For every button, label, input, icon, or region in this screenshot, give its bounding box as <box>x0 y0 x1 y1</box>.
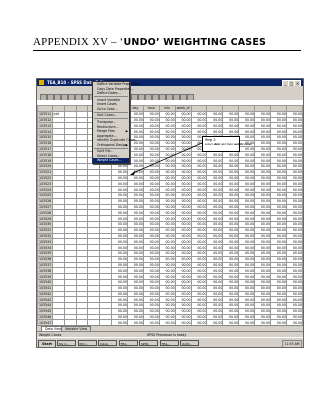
spss-screenshot: TEA_B10 - SPSS Data Editor _ □ × FileEdi… <box>36 78 304 348</box>
page-heading: APPENDIX XV – ‘UNDO’ WEIGHTING CASES <box>33 36 266 48</box>
heading-rule <box>33 50 301 51</box>
heading-suffix: ’ WEIGHTING CASES <box>155 37 267 48</box>
taskbar-task[interactable]: TEA... <box>159 339 179 346</box>
callout-text-2: and then <box>220 142 234 146</box>
callout-instruction: select data and then weight cases <box>203 142 252 147</box>
heading-prefix: APPENDIX XV – ‘ <box>33 36 124 48</box>
taskbar-clock: 11:55 AM <box>282 339 302 347</box>
callout-arrow <box>130 142 203 175</box>
callout-text-1: select <box>205 142 214 146</box>
heading-undo-word: UNDO <box>123 37 156 48</box>
taskbar-task[interactable]: TEA... <box>118 339 138 346</box>
taskbar-task[interactable]: Untit... <box>180 339 199 346</box>
callout-text-weight: weight cases <box>233 142 252 146</box>
taskbar: Start 11:55 AM My C... Micr... Inbox TEA...… <box>37 337 303 347</box>
taskbar-task[interactable]: Micr... <box>77 339 97 346</box>
callout-box: Step 1: select data and then weight case… <box>202 136 252 152</box>
taskbar-task[interactable]: SPSS <box>139 339 158 346</box>
taskbar-task[interactable]: My C... <box>57 339 76 346</box>
start-button[interactable]: Start <box>38 339 56 347</box>
taskbar-task[interactable]: Inbox <box>98 339 117 346</box>
